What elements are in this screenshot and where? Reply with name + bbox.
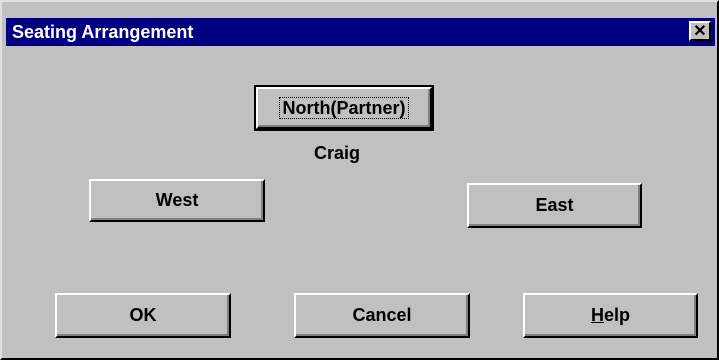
north-partner-label: North(Partner) — [279, 97, 409, 119]
close-icon: ✕ — [693, 22, 707, 40]
cancel-label: Cancel — [352, 305, 412, 325]
title-bar[interactable]: Seating Arrangement ✕ — [6, 18, 715, 46]
cancel-button[interactable]: Cancel — [294, 293, 470, 338]
help-label: Help — [591, 305, 630, 325]
west-label: West — [155, 190, 199, 210]
close-button[interactable]: ✕ — [689, 21, 711, 41]
ok-button[interactable]: OK — [55, 293, 231, 338]
seating-arrangement-dialog: Seating Arrangement ✕ North(Partner) Cra… — [0, 0, 719, 360]
ok-label: OK — [129, 305, 157, 325]
help-accelerator: H — [590, 305, 604, 325]
help-label-rest: elp — [603, 305, 630, 325]
help-button[interactable]: Help — [523, 293, 698, 338]
north-partner-button[interactable]: North(Partner) — [254, 85, 434, 131]
window-title: Seating Arrangement — [12, 22, 194, 42]
west-button[interactable]: West — [89, 179, 265, 222]
east-button[interactable]: East — [467, 183, 642, 228]
north-player-name: Craig — [313, 143, 360, 163]
east-label: East — [535, 195, 574, 215]
